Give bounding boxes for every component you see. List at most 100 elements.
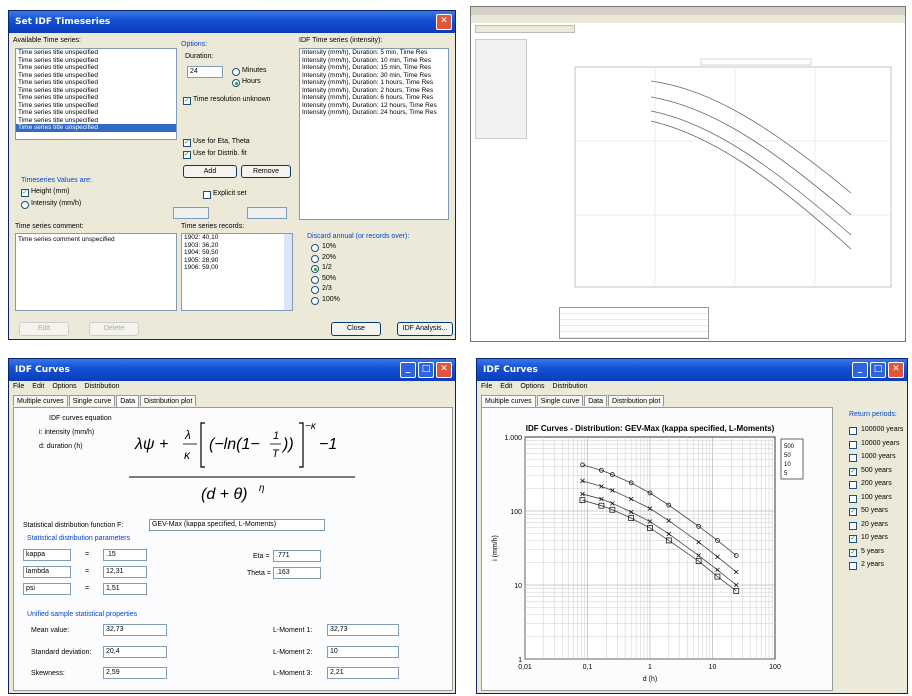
tab[interactable]: Multiple curves [481, 395, 536, 407]
tab[interactable]: Distribution plot [608, 395, 665, 406]
menu-item[interactable]: Distribution [84, 383, 119, 390]
tab[interactable]: Data [116, 395, 140, 407]
edit-button[interactable]: Edit [19, 322, 69, 336]
return-period-checkbox[interactable] [849, 521, 857, 530]
equals-sign: = [85, 585, 90, 592]
idf-timeseries-item[interactable]: Intensity (mm/h), Duration: 10 min, Time… [300, 57, 448, 65]
available-timeseries-list[interactable]: Time series title unspecified Time series… [15, 48, 177, 140]
close-icon[interactable]: ✕ [436, 14, 452, 30]
tab[interactable]: Data [584, 395, 608, 406]
timeseries-item[interactable]: Time series title unspecified [16, 72, 176, 80]
use-eta-checkbox[interactable]: ✓ [183, 139, 191, 147]
maximize-icon[interactable]: □ [418, 362, 434, 378]
delete-button[interactable]: Delete [89, 322, 139, 336]
timeseries-item[interactable]: Time series title unspecified [16, 57, 176, 65]
timeseries-item[interactable]: Time series title unspecified [16, 79, 176, 87]
timeseries-item[interactable]: Time series title unspecified [16, 117, 176, 125]
timeseries-item[interactable]: Time series title unspecified [16, 49, 176, 57]
preview-data-table [559, 307, 709, 339]
idf-timeseries-item[interactable]: Intensity (mm/h), Duration: 15 min, Time… [300, 64, 448, 72]
tab[interactable]: Distribution plot [140, 395, 197, 406]
y-tick-label: 1 [518, 657, 522, 664]
intensity-radio[interactable] [21, 201, 29, 209]
return-period-checkbox[interactable] [849, 481, 857, 489]
menu-item[interactable]: Edit [32, 383, 44, 390]
tab[interactable]: Multiple curves [13, 395, 68, 406]
record-item[interactable]: 1906: 59,00 [182, 264, 292, 272]
idf-timeseries-list[interactable]: Intensity (mm/h), Duration: 5 min, Time … [299, 48, 449, 220]
discard-option-label: 2/3 [322, 285, 332, 292]
minutes-radio[interactable] [232, 68, 240, 76]
close-icon[interactable]: ✕ [436, 362, 452, 378]
use-dist-checkbox[interactable]: ✓ [183, 151, 191, 159]
menu-item[interactable]: Edit [500, 383, 512, 390]
record-item[interactable]: 1902: 40,10 [182, 234, 292, 242]
discard-radio[interactable] [311, 244, 319, 252]
explicit-set-checkbox[interactable] [203, 191, 211, 199]
idf-timeseries-item[interactable]: Intensity (mm/h), Duration: 2 hours, Tim… [300, 87, 448, 95]
record-item[interactable]: 1903: 36,20 [182, 242, 292, 250]
menu-item[interactable]: Options [52, 383, 76, 390]
discard-radio[interactable] [311, 286, 319, 294]
preview-sidebar [475, 39, 527, 139]
maximize-icon[interactable]: □ [870, 362, 886, 378]
height-checkbox[interactable]: ✓ [21, 189, 29, 197]
idf-timeseries-item[interactable]: Intensity (mm/h), Duration: 30 min, Time… [300, 72, 448, 80]
menu-item[interactable]: Distribution [552, 383, 587, 390]
records-scrollbar[interactable] [284, 234, 292, 310]
tab[interactable]: Single curve [536, 395, 584, 406]
idf-analysis-button[interactable]: IDF Analysis... [397, 322, 453, 336]
idf-timeseries-item[interactable]: Intensity (mm/h), Duration: 24 hours, Ti… [300, 109, 448, 117]
timeseries-item[interactable]: Time series title unspecified [16, 87, 176, 95]
discard-radio[interactable] [311, 296, 319, 305]
timeseries-item[interactable]: Time series title unspecified [16, 124, 176, 132]
minimize-icon[interactable]: _ [852, 362, 868, 378]
legend-entry: 10 [784, 462, 791, 468]
discard-radio[interactable] [311, 254, 319, 263]
record-item[interactable]: 1904: 59,50 [182, 249, 292, 257]
tab[interactable]: Single curve [68, 395, 116, 406]
timeseries-item[interactable]: Time series title unspecified [16, 94, 176, 102]
close-button[interactable]: Close [331, 322, 381, 336]
return-period-checkbox[interactable]: ✓ [849, 467, 857, 476]
return-period-checkbox[interactable]: ✓ [849, 548, 857, 557]
lm1-field: 32,73 [327, 624, 399, 636]
discard-radio[interactable] [311, 275, 319, 284]
explicit-to-input[interactable] [247, 207, 287, 219]
records-list[interactable]: 1902: 40,10 1903: 36,20 1904: 59,50 1905: 2… [181, 233, 293, 311]
timeseries-item[interactable]: Time series title unspecified [16, 102, 176, 110]
return-period-checkbox[interactable] [849, 494, 857, 503]
return-period-checkbox[interactable]: ✓ [849, 508, 857, 516]
menu-item[interactable]: File [481, 383, 492, 390]
duration-input[interactable]: 24 [187, 66, 223, 78]
timeseries-item[interactable]: Time series title unspecified [16, 109, 176, 117]
record-item[interactable]: 1905: 28,90 [182, 257, 292, 265]
minimize-icon[interactable]: _ [400, 362, 416, 378]
return-period-checkbox[interactable] [849, 427, 857, 435]
preview-title-bar [471, 7, 905, 15]
discard-radio[interactable] [311, 265, 319, 273]
explicit-from-input[interactable] [173, 207, 209, 219]
intensity-label: Intensity (mm/h) [31, 200, 82, 207]
menu-item[interactable]: Options [520, 383, 544, 390]
idf-timeseries-item[interactable]: Intensity (mm/h), Duration: 5 min, Time … [300, 49, 448, 57]
idf-timeseries-item[interactable]: Intensity (mm/h), Duration: 1 hours, Tim… [300, 79, 448, 87]
hours-radio[interactable] [232, 79, 240, 87]
remove-button[interactable]: Remove [241, 165, 291, 178]
menu-item[interactable]: File [13, 383, 24, 390]
discard-option-label: 1/2 [322, 264, 332, 271]
return-period-checkbox[interactable] [849, 454, 857, 462]
x-tick-label: 10 [709, 664, 717, 671]
comment-textarea[interactable]: Time series comment unspecified [15, 233, 177, 311]
svg-text:−κ: −κ [305, 421, 317, 432]
idf-timeseries-item[interactable]: Intensity (mm/h), Duration: 12 hours, Ti… [300, 102, 448, 110]
time-resolution-checkbox[interactable]: ✓ [183, 97, 191, 105]
return-period-checkbox[interactable] [849, 440, 857, 449]
equation-title: IDF curves equation [49, 415, 112, 422]
timeseries-item[interactable]: Time series title unspecified [16, 64, 176, 72]
add-button[interactable]: Add [183, 165, 237, 178]
idf-timeseries-item[interactable]: Intensity (mm/h), Duration: 6 hours, Tim… [300, 94, 448, 102]
close-icon[interactable]: ✕ [888, 362, 904, 378]
return-period-checkbox[interactable]: ✓ [849, 535, 857, 543]
return-period-checkbox[interactable] [849, 562, 857, 570]
